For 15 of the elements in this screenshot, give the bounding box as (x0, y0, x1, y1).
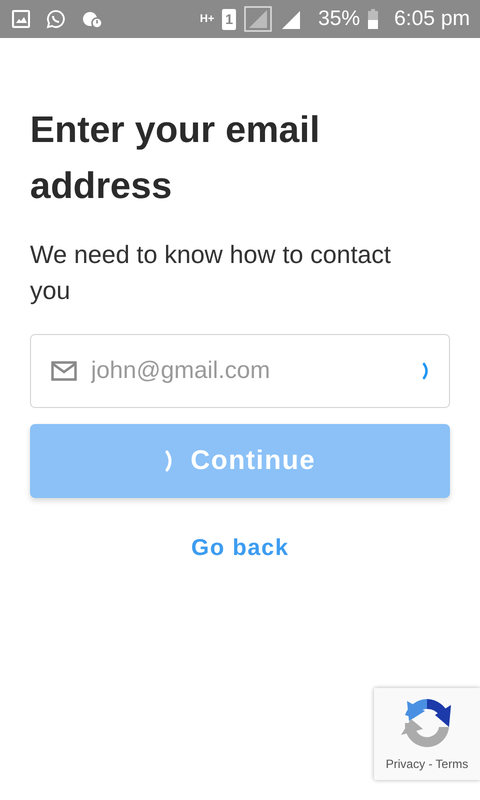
battery-icon (368, 9, 378, 29)
notification-icon (82, 10, 102, 28)
clock-time: 6:05 pm (394, 6, 470, 32)
mail-icon (51, 360, 77, 380)
signal-icon (280, 9, 302, 29)
image-icon (12, 10, 30, 28)
subtitle: We need to know how to contact you (30, 240, 392, 308)
signal-icon (244, 6, 272, 32)
privacy-terms-link[interactable]: Privacy - Terms (386, 755, 468, 773)
go-back-link[interactable]: Go back (191, 534, 289, 560)
chat-icon (46, 9, 66, 29)
page-title: Enter your email address (30, 108, 321, 208)
sim-badge: 1 (222, 8, 236, 30)
network-type: H+ (200, 14, 214, 24)
battery-percent: 35% (318, 6, 360, 32)
